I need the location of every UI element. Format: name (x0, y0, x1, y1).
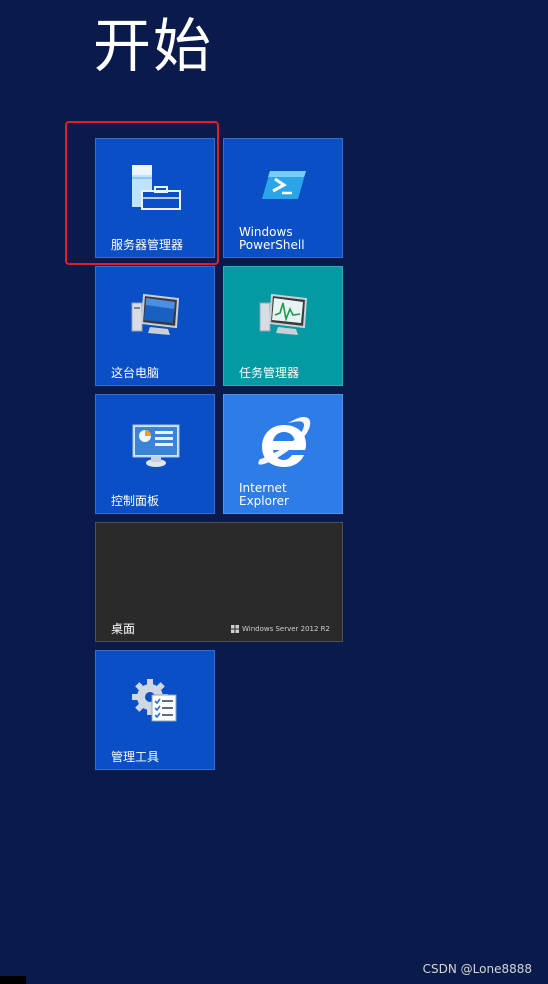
tile-internet-explorer[interactable]: Internet Explorer (223, 394, 343, 514)
corner-mark (0, 976, 26, 984)
ie-icon (258, 417, 311, 467)
tile-label: Internet Explorer (239, 481, 289, 508)
tile-label: 任务管理器 (239, 366, 300, 380)
tile-control-panel[interactable]: 控制面板 (95, 394, 215, 514)
windows-logo-icon (230, 625, 239, 633)
task-manager-icon (259, 293, 308, 335)
tile-server-manager[interactable]: 服务器管理器 (95, 138, 215, 258)
tile-label: 服务器管理器 (111, 238, 184, 252)
windows-server-brand: Windows Server 2012 R2 (230, 625, 330, 633)
brand-text: Windows Server 2012 R2 (241, 625, 330, 633)
tile-label: 控制面板 (111, 494, 160, 508)
tile-this-pc[interactable]: 这台电脑 (95, 266, 215, 386)
tile-label: 桌面 (111, 622, 136, 636)
tile-label: 这台电脑 (111, 366, 160, 380)
start-screen-title: 开始 (93, 12, 214, 80)
tile-desktop[interactable]: 桌面 Windows Server 2012 R2 (95, 522, 343, 642)
tile-admin-tools[interactable]: 管理工具 (95, 650, 215, 770)
watermark: CSDN @Lone8888 (422, 962, 532, 976)
computer-icon (131, 293, 180, 335)
tile-powershell[interactable]: Windows PowerShell (223, 138, 343, 258)
control-panel-icon (132, 424, 180, 467)
tile-label: 管理工具 (111, 750, 160, 764)
admin-tools-icon (132, 679, 177, 722)
tile-label: Windows PowerShell (239, 225, 305, 252)
tile-task-manager[interactable]: 任务管理器 (223, 266, 343, 386)
powershell-icon (262, 171, 306, 199)
server-manager-icon (132, 165, 181, 210)
